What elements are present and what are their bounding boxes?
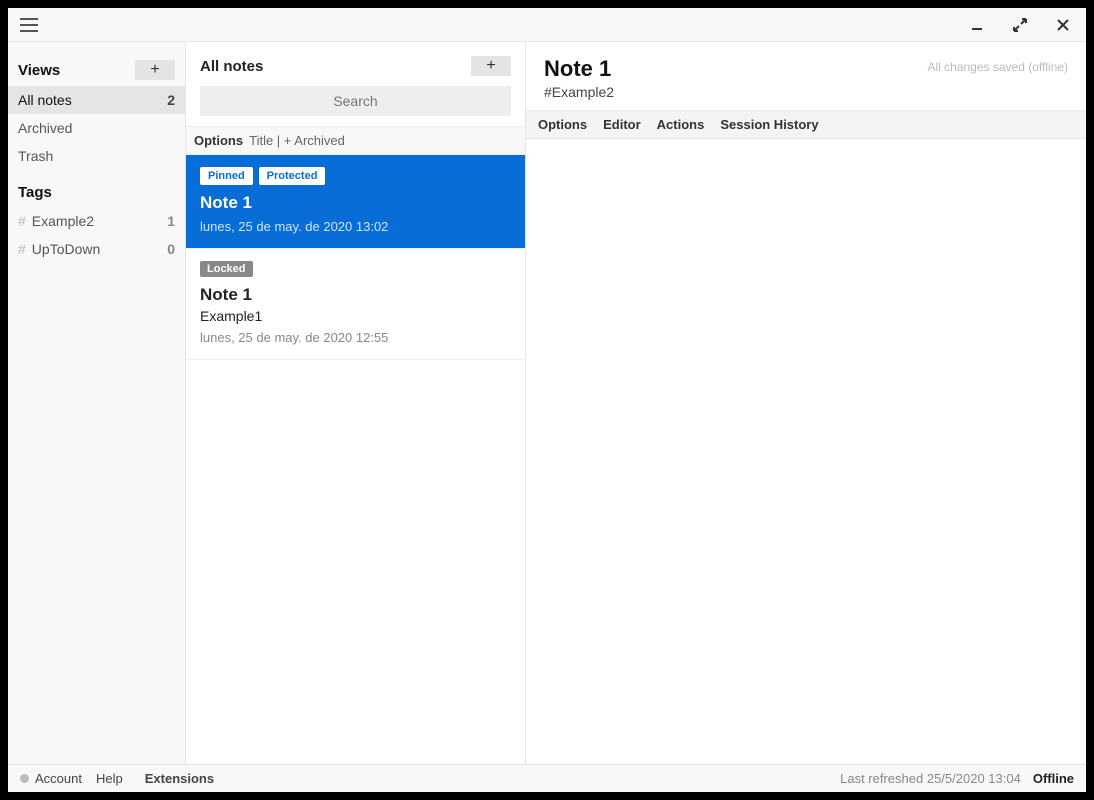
sidebar-item-all-notes[interactable]: All notes 2	[8, 86, 185, 114]
last-refreshed: Last refreshed 25/5/2020 13:04	[840, 771, 1021, 786]
tab-editor[interactable]: Editor	[603, 117, 641, 132]
badge-locked: Locked	[200, 261, 253, 277]
footer-extensions-link[interactable]: Extensions	[145, 771, 214, 786]
note-date: lunes, 25 de may. de 2020 13:02	[200, 219, 511, 234]
tab-options[interactable]: Options	[538, 117, 587, 132]
maximize-button[interactable]	[1004, 13, 1036, 37]
tag-item-uptodown[interactable]: # UpToDown 0	[8, 235, 185, 263]
options-label: Options	[194, 133, 243, 148]
status-dot-icon	[20, 774, 29, 783]
editor-body[interactable]	[526, 139, 1086, 764]
note-subtitle: Example1	[200, 308, 511, 324]
view-label: Archived	[18, 120, 72, 136]
options-value: Title | + Archived	[249, 133, 345, 148]
list-options-bar[interactable]: Options Title | + Archived	[186, 126, 525, 155]
footer-help-link[interactable]: Help	[96, 771, 123, 786]
tags-label: Tags	[18, 184, 52, 201]
saved-status: All changes saved (offline)	[927, 56, 1068, 74]
sidebar-item-archived[interactable]: Archived	[8, 114, 185, 142]
editor-tag: #Example2	[544, 84, 614, 100]
tag-label: Example2	[32, 213, 167, 229]
view-label: Trash	[18, 148, 53, 164]
editor-title: Note 1	[544, 56, 614, 82]
titlebar	[8, 8, 1086, 42]
hash-icon: #	[18, 241, 26, 257]
note-item[interactable]: Locked Note 1 Example1 lunes, 25 de may.…	[186, 249, 525, 360]
minimize-icon	[970, 18, 984, 32]
view-count: 2	[167, 92, 175, 108]
tags-header: Tags	[8, 178, 185, 207]
hamburger-menu-button[interactable]	[16, 14, 42, 36]
plus-icon: +	[150, 61, 159, 79]
add-note-button[interactable]: +	[471, 56, 511, 76]
expand-icon	[1012, 17, 1028, 33]
tag-count: 0	[167, 241, 175, 257]
footer-account-link[interactable]: Account	[35, 771, 82, 786]
add-view-button[interactable]: +	[135, 60, 175, 80]
sidebar: Views + All notes 2 Archived Trash Tags	[8, 42, 186, 764]
badge-pinned: Pinned	[200, 167, 253, 185]
close-icon	[1056, 18, 1070, 32]
view-label: All notes	[18, 92, 72, 108]
footer: Account Help Extensions Last refreshed 2…	[8, 764, 1086, 792]
close-button[interactable]	[1048, 14, 1078, 36]
tab-session-history[interactable]: Session History	[720, 117, 818, 132]
note-title: Note 1	[200, 193, 511, 213]
tag-count: 1	[167, 213, 175, 229]
editor-column: Note 1 #Example2 All changes saved (offl…	[526, 42, 1086, 764]
note-list-column: All notes + Options Title | + Archived P…	[186, 42, 526, 764]
sidebar-item-trash[interactable]: Trash	[8, 142, 185, 170]
views-header: Views +	[8, 54, 185, 86]
hamburger-icon	[20, 18, 38, 32]
tag-item-example2[interactable]: # Example2 1	[8, 207, 185, 235]
tab-actions[interactable]: Actions	[657, 117, 705, 132]
offline-status: Offline	[1033, 771, 1074, 786]
badge-protected: Protected	[259, 167, 326, 185]
note-item[interactable]: Pinned Protected Note 1 lunes, 25 de may…	[186, 155, 525, 249]
hash-icon: #	[18, 213, 26, 229]
tag-label: UpToDown	[32, 241, 167, 257]
views-label: Views	[18, 62, 60, 79]
note-date: lunes, 25 de may. de 2020 12:55	[200, 330, 511, 345]
note-title: Note 1	[200, 285, 511, 305]
notelist-title: All notes	[200, 58, 263, 75]
editor-tabs: Options Editor Actions Session History	[526, 110, 1086, 139]
search-input[interactable]	[200, 86, 511, 116]
plus-icon: +	[486, 57, 495, 75]
minimize-button[interactable]	[962, 14, 992, 36]
